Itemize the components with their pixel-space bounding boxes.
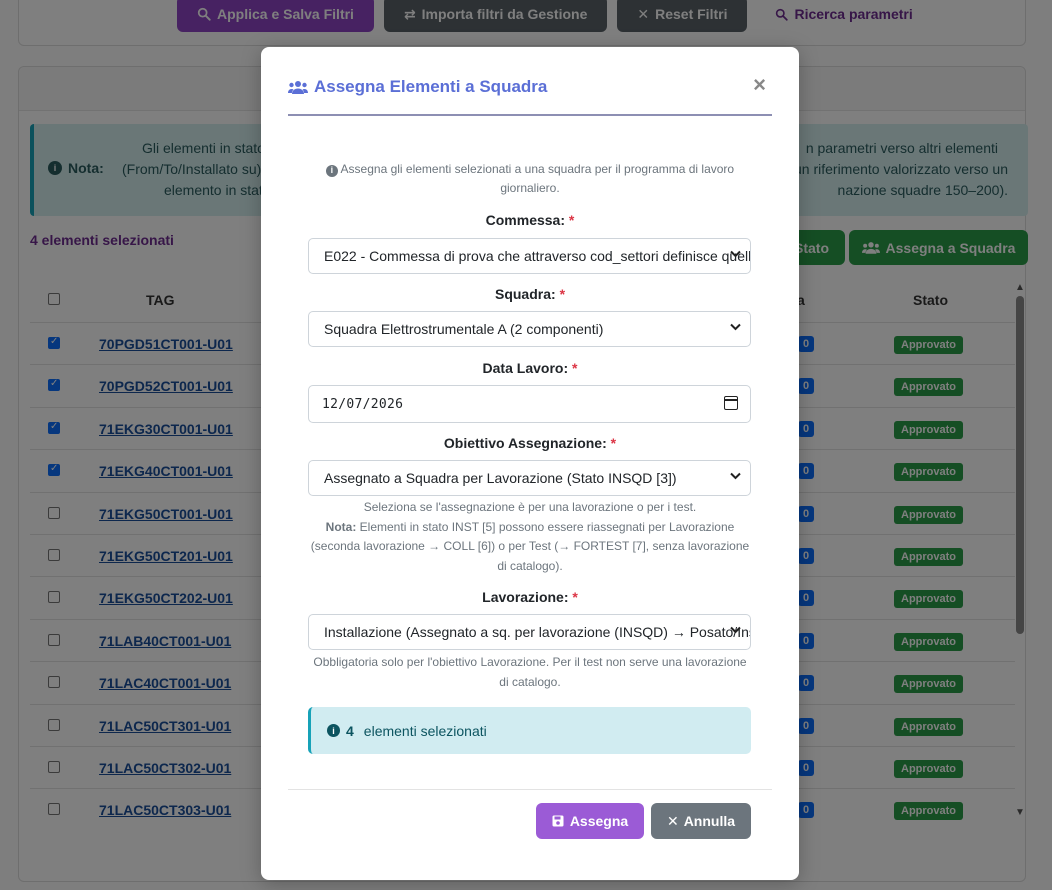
modal-intro: i Assegna gli elementi selezionati a una… <box>308 160 752 198</box>
selection-alert-count: 4 <box>346 722 354 739</box>
squadra-value: Squadra Elettrostrumentale A (2 componen… <box>324 321 604 337</box>
assign-modal: Assegna Elementi a Squadra × i Assegna g… <box>261 47 799 880</box>
modal-footer-divider <box>288 789 772 790</box>
obiettivo-value: Assegnato a Squadra per Lavorazione (Sta… <box>324 470 677 486</box>
obiettivo-label: Obiettivo Assegnazione: * <box>443 435 617 451</box>
chevron-down-icon <box>730 249 741 261</box>
commessa-select[interactable]: E022 - Commessa di prova che attraverso … <box>308 238 751 274</box>
commessa-value: E022 - Commessa di prova che attraverso … <box>324 248 751 264</box>
required-mark: * <box>610 435 617 451</box>
obiettivo-help: Seleziona se l'assegnazione è per una la… <box>308 498 752 576</box>
info-icon: i <box>325 164 338 177</box>
data-lavoro-label: Data Lavoro: * <box>482 360 578 376</box>
info-icon: i <box>327 724 340 737</box>
lavorazione-value: Installazione (Assegnato a sq. per lavor… <box>324 624 750 640</box>
save-icon <box>552 815 564 827</box>
obiettivo-help-text: Seleziona se l'assegnazione è per una la… <box>363 500 697 514</box>
lavorazione-help: Obbligatoria solo per l'obiettivo Lavora… <box>313 655 747 689</box>
cancel-button[interactable]: ✕ Annulla <box>651 803 751 839</box>
squadra-select[interactable]: Squadra Elettrostrumentale A (2 componen… <box>308 311 751 347</box>
data-lavoro-input[interactable]: 12/07/2026 <box>308 385 751 423</box>
modal-title-text: Assegna Elementi a Squadra <box>314 77 548 96</box>
modal-intro-text: Assegna gli elementi selezionati a una s… <box>340 162 735 195</box>
lavorazione-select[interactable]: Installazione (Assegnato a sq. per lavor… <box>308 614 751 650</box>
required-mark: * <box>559 286 566 302</box>
obiettivo-help-note: Nota: Elementi in stato INST [5] possono… <box>310 519 750 573</box>
commessa-label: Commessa: * <box>485 212 575 228</box>
assign-button-label: Assegna <box>569 813 629 829</box>
chevron-down-icon <box>730 625 741 637</box>
obiettivo-select[interactable]: Assegnato a Squadra per Lavorazione (Sta… <box>308 460 751 496</box>
close-icon[interactable]: × <box>753 74 766 96</box>
required-mark: * <box>572 589 578 605</box>
selection-alert: i 4 elementi selezionati <box>308 707 751 754</box>
cancel-button-label: Annulla <box>683 813 736 829</box>
close-icon: ✕ <box>666 812 679 829</box>
lavorazione-label: Lavorazione: * <box>482 589 578 605</box>
assign-button[interactable]: Assegna <box>536 803 644 839</box>
modal-header: Assegna Elementi a Squadra × <box>288 47 772 116</box>
calendar-icon[interactable] <box>724 396 738 410</box>
selection-alert-text: elementi selezionati <box>363 722 487 739</box>
modal-title: Assegna Elementi a Squadra <box>288 77 547 97</box>
squadra-label: Squadra: * <box>494 286 566 302</box>
data-lavoro-value: 12/07/2026 <box>322 396 404 412</box>
chevron-down-icon <box>730 471 741 483</box>
chevron-down-icon <box>730 322 741 334</box>
users-icon <box>288 80 308 94</box>
required-mark: * <box>572 360 578 376</box>
required-mark: * <box>568 212 575 228</box>
